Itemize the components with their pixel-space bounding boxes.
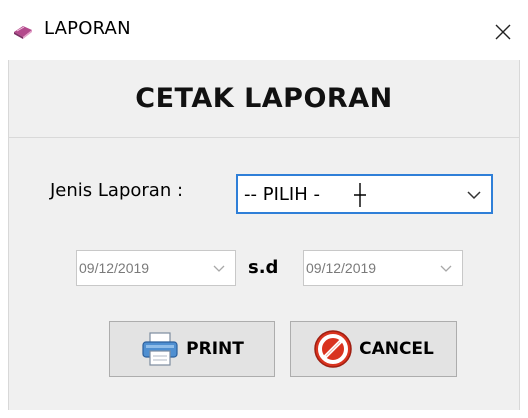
cancel-button-label: CANCEL bbox=[359, 339, 434, 359]
chevron-down-icon[interactable] bbox=[440, 265, 452, 273]
title-bar: LAPORAN bbox=[0, 0, 528, 60]
laporan-window: LAPORAN CETAK LAPORAN Jenis Laporan : --… bbox=[0, 0, 528, 418]
cancel-button[interactable]: CANCEL bbox=[290, 321, 457, 377]
chevron-down-icon[interactable] bbox=[213, 265, 225, 273]
page-title: CETAK LAPORAN bbox=[135, 83, 393, 114]
date-to-value: 09/12/2019 bbox=[306, 260, 377, 276]
print-button[interactable]: PRINT bbox=[109, 321, 275, 377]
date-from-value: 09/12/2019 bbox=[79, 260, 150, 276]
book-icon bbox=[14, 26, 32, 39]
jenis-laporan-label: Jenis Laporan : bbox=[50, 180, 184, 201]
header-panel: CETAK LAPORAN bbox=[8, 60, 520, 138]
text-cursor bbox=[354, 183, 366, 207]
cancel-icon bbox=[314, 330, 352, 368]
printer-icon bbox=[142, 332, 178, 366]
close-button[interactable] bbox=[480, 12, 526, 52]
date-to-picker[interactable]: 09/12/2019 bbox=[303, 250, 463, 286]
chevron-down-icon[interactable] bbox=[467, 190, 481, 200]
window-title: LAPORAN bbox=[44, 18, 131, 39]
date-from-picker[interactable]: 09/12/2019 bbox=[76, 250, 236, 286]
close-icon bbox=[495, 24, 511, 40]
jenis-laporan-value: -- PILIH - bbox=[244, 184, 320, 205]
jenis-laporan-select[interactable]: -- PILIH - bbox=[236, 174, 493, 214]
print-button-label: PRINT bbox=[186, 339, 244, 359]
date-range-separator: s.d bbox=[248, 257, 279, 278]
